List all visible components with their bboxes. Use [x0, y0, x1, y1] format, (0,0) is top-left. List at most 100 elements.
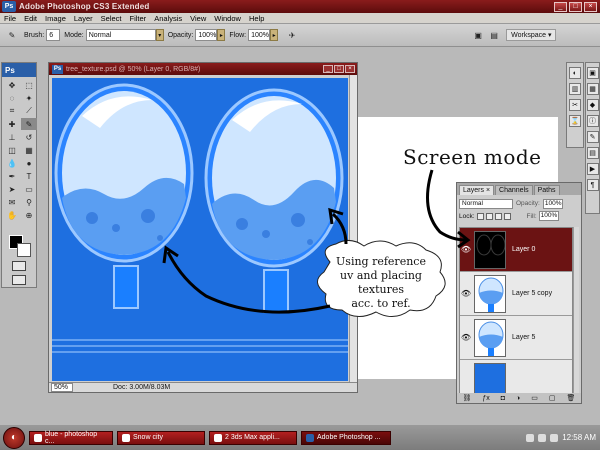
doc-maximize-button[interactable]: □ [334, 65, 344, 73]
visibility-eye-icon[interactable]: 👁 [460, 333, 472, 342]
taskbar-item-photoshop[interactable]: Adobe Photoshop ... [301, 430, 391, 445]
tray-icon-1[interactable] [526, 433, 535, 442]
screen-mode-button[interactable] [12, 275, 26, 285]
fill-field[interactable]: 100% [538, 211, 559, 221]
new-group-icon[interactable]: ▭ [531, 394, 538, 402]
dodge-tool-icon[interactable]: ● [21, 157, 37, 169]
zoom-tool-icon[interactable]: ⊕ [21, 209, 37, 221]
doc-minimize-button[interactable]: _ [323, 65, 333, 73]
layer-mask-icon[interactable]: ◘ [501, 395, 505, 402]
document-canvas[interactable] [52, 78, 348, 381]
healing-brush-icon[interactable]: ✚ [4, 118, 20, 130]
menu-filter[interactable]: Filter [126, 14, 151, 23]
menu-edit[interactable]: Edit [20, 14, 41, 23]
lasso-tool-icon[interactable]: ◌ [4, 92, 20, 104]
eraser-tool-icon[interactable]: ◫ [4, 144, 20, 156]
brush-tool-preset-icon[interactable]: ✎ [4, 29, 20, 41]
history-icon[interactable]: ⌛ [569, 115, 581, 127]
opacity-field[interactable]: 100% [195, 29, 218, 41]
adjustment-layer-icon[interactable]: ◑ [516, 395, 520, 402]
layer-row-layer-0[interactable]: 👁 Layer 0 [460, 228, 572, 272]
tab-paths[interactable]: Paths [533, 185, 560, 195]
start-button[interactable]: ◐ [3, 426, 25, 449]
layer-name[interactable]: Layer 5 copy [512, 290, 552, 297]
menu-file[interactable]: File [0, 14, 20, 23]
pen-tool-icon[interactable]: ✒ [4, 170, 20, 182]
mode-dropdown-icon[interactable]: ▾ [155, 29, 164, 41]
menu-image[interactable]: Image [41, 14, 70, 23]
move-tool-icon[interactable]: ✥ [4, 79, 20, 91]
document-vertical-scrollbar[interactable] [349, 75, 357, 384]
bridge-icon[interactable]: ▣ [470, 29, 486, 41]
workspace-menu[interactable]: Workspace ▾ [506, 29, 557, 41]
layer-name[interactable]: Layer 5 [512, 334, 535, 341]
menu-select[interactable]: Select [97, 14, 126, 23]
brushes-icon[interactable]: ✎ [586, 131, 599, 143]
flow-field[interactable]: 100% [248, 29, 271, 41]
styles-icon[interactable]: ◆ [586, 99, 599, 111]
taskbar-item-folder[interactable]: Snow city [117, 430, 205, 445]
lock-pixels-icon[interactable] [485, 212, 493, 220]
layer-row-background[interactable] [460, 360, 572, 394]
new-layer-icon[interactable]: ▢ [549, 394, 556, 402]
actions-icon[interactable]: ▶ [586, 163, 599, 175]
maximize-button[interactable]: □ [569, 1, 582, 12]
layer-name[interactable]: Layer 0 [512, 246, 535, 253]
zoom-level-field[interactable]: 50% [51, 383, 73, 392]
layer-row-layer-5[interactable]: 👁 Layer 5 [460, 316, 572, 360]
taskbar-item-3dsmax[interactable]: 2 3ds Max appli... [209, 430, 297, 445]
brush-size-field[interactable]: 6 [46, 29, 61, 41]
brush-tool-icon[interactable]: ✎ [21, 118, 37, 130]
tab-channels[interactable]: Channels [495, 185, 533, 195]
magic-wand-icon[interactable]: ✦ [21, 92, 37, 104]
palette-well-icon[interactable]: ▤ [486, 29, 502, 41]
blur-tool-icon[interactable]: 💧 [4, 157, 20, 169]
marquee-tool-icon[interactable]: ⬚ [21, 79, 37, 91]
visibility-eye-icon[interactable]: 👁 [460, 245, 472, 254]
menu-view[interactable]: View [186, 14, 210, 23]
gradient-tool-icon[interactable]: ▦ [21, 144, 37, 156]
background-color-swatch[interactable] [17, 243, 31, 257]
tray-icon-2[interactable] [538, 433, 547, 442]
tools-preset-icon[interactable]: ✂ [569, 99, 581, 111]
info-icon[interactable]: ⓘ [586, 115, 599, 127]
history-brush-icon[interactable]: ↺ [21, 131, 37, 143]
airbrush-icon[interactable]: ✈ [284, 29, 300, 41]
close-button[interactable]: × [584, 1, 597, 12]
taskbar-item-firefox[interactable]: blue - photoshop c... [29, 430, 113, 445]
paragraph-icon[interactable]: ¶ [586, 179, 599, 191]
menu-window[interactable]: Window [210, 14, 245, 23]
link-layers-icon[interactable]: ⛓ [463, 394, 472, 402]
blend-mode-select[interactable]: Normal [459, 198, 513, 209]
type-tool-icon[interactable]: T [21, 170, 37, 182]
minimize-button[interactable]: _ [554, 1, 567, 12]
color-panel-icon[interactable]: ▣ [586, 67, 599, 79]
menu-layer[interactable]: Layer [70, 14, 97, 23]
layer-opacity-field[interactable]: 100% [542, 198, 563, 209]
swatches-icon[interactable]: ▦ [586, 83, 599, 95]
menu-analysis[interactable]: Analysis [150, 14, 186, 23]
hand-tool-icon[interactable]: ✋ [4, 209, 20, 221]
lock-all-icon[interactable] [503, 212, 511, 220]
clone-stamp-icon[interactable]: ⊥ [4, 131, 20, 143]
path-selection-icon[interactable]: ➤ [4, 183, 20, 195]
navigator-icon[interactable]: ◐ [569, 67, 581, 79]
shape-tool-icon[interactable]: ▭ [21, 183, 37, 195]
layer-style-icon[interactable]: ƒx [482, 395, 489, 402]
notes-tool-icon[interactable]: ✉ [4, 196, 20, 208]
layers-scrollbar[interactable] [573, 227, 579, 395]
doc-close-button[interactable]: × [345, 65, 355, 73]
lock-transparency-icon[interactable] [476, 212, 484, 220]
opacity-dropdown-icon[interactable]: ▸ [217, 29, 226, 41]
histogram-icon[interactable]: ▥ [569, 83, 581, 95]
delete-layer-icon[interactable]: 🗑 [567, 394, 576, 402]
slice-tool-icon[interactable]: ⟋ [21, 105, 37, 117]
clock[interactable]: 12:58 AM [562, 433, 596, 442]
tab-layers[interactable]: Layers × [459, 185, 495, 195]
layer-comps-icon[interactable]: ▤ [586, 147, 599, 159]
eyedropper-icon[interactable]: ⚲ [21, 196, 37, 208]
lock-position-icon[interactable] [494, 212, 502, 220]
layer-row-layer-5-copy[interactable]: 👁 Layer 5 copy [460, 272, 572, 316]
menu-help[interactable]: Help [245, 14, 268, 23]
crop-tool-icon[interactable]: ⌗ [4, 105, 20, 117]
